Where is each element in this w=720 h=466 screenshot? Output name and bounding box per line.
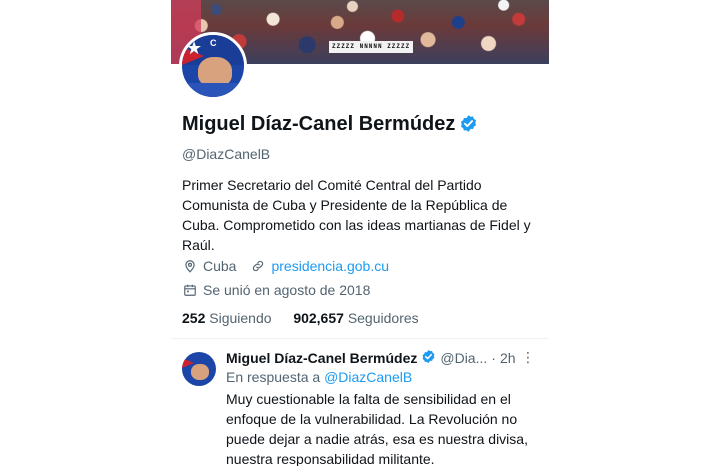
tweet-text: Muy cuestionable la falta de sensibilida… bbox=[226, 391, 528, 466]
following-label: Siguiendo bbox=[209, 310, 272, 326]
link-icon bbox=[250, 258, 266, 274]
calendar-icon bbox=[182, 282, 198, 298]
tweet-author-name[interactable]: Miguel Díaz-Canel Bermúdez bbox=[226, 350, 417, 366]
profile-name: Miguel Díaz-Canel Bermúdez bbox=[182, 113, 478, 139]
profile-bio: Primer Secretario del Comité Central del… bbox=[182, 177, 531, 253]
more-icon[interactable]: ⋮ bbox=[521, 349, 535, 366]
section-divider bbox=[171, 338, 549, 339]
avatar-cap-logo: C bbox=[210, 38, 217, 48]
tweet-reply-context: En respuesta a @DiazCanelB bbox=[226, 369, 412, 385]
tweet-author-handle[interactable]: @Dia... bbox=[440, 350, 487, 366]
following-link[interactable]: 252 Siguiendo bbox=[182, 310, 272, 326]
verified-badge-icon[interactable] bbox=[459, 114, 478, 139]
profile-panel: ZZZZZ NNNNN ZZZZZ ★ C Miguel Díaz-Canel … bbox=[171, 0, 549, 466]
tweet-separator: · bbox=[491, 350, 496, 366]
profile-website-link[interactable]: presidencia.gob.cu bbox=[271, 258, 389, 274]
profile-name-text: Miguel Díaz-Canel Bermúdez bbox=[182, 113, 456, 135]
tweet-header: Miguel Díaz-Canel Bermúdez @Dia... · 2h … bbox=[226, 349, 546, 367]
profile-avatar[interactable]: ★ C bbox=[179, 32, 247, 100]
banner-sign: ZZZZZ NNNNN ZZZZZ bbox=[329, 41, 414, 53]
verified-badge-icon bbox=[421, 349, 436, 367]
profile-joined-date: Se unió en agosto de 2018 bbox=[203, 282, 371, 298]
reply-prefix: En respuesta a bbox=[226, 369, 321, 385]
map-pin-icon bbox=[182, 258, 198, 274]
profile-counts: 252 Siguiendo 902,657 Seguidores bbox=[182, 310, 419, 326]
following-count: 252 bbox=[182, 310, 206, 326]
followers-count: 902,657 bbox=[293, 310, 344, 326]
profile-handle: @DiazCanelB bbox=[182, 146, 271, 162]
tweet-timestamp[interactable]: 2h bbox=[500, 350, 516, 366]
profile-location: Cuba bbox=[203, 258, 237, 274]
tweet-avatar-face bbox=[191, 364, 209, 380]
star-icon: ★ bbox=[186, 38, 203, 58]
followers-label: Seguidores bbox=[347, 310, 419, 326]
reply-to-link[interactable]: @DiazCanelB bbox=[324, 369, 412, 385]
followers-link[interactable]: 902,657 Seguidores bbox=[293, 310, 418, 326]
avatar-shirt bbox=[182, 83, 244, 97]
profile-meta-row: Cuba presidencia.gob.cu bbox=[182, 258, 389, 274]
profile-joined-row: Se unió en agosto de 2018 bbox=[182, 282, 370, 298]
tweet-author-avatar[interactable] bbox=[182, 352, 216, 386]
